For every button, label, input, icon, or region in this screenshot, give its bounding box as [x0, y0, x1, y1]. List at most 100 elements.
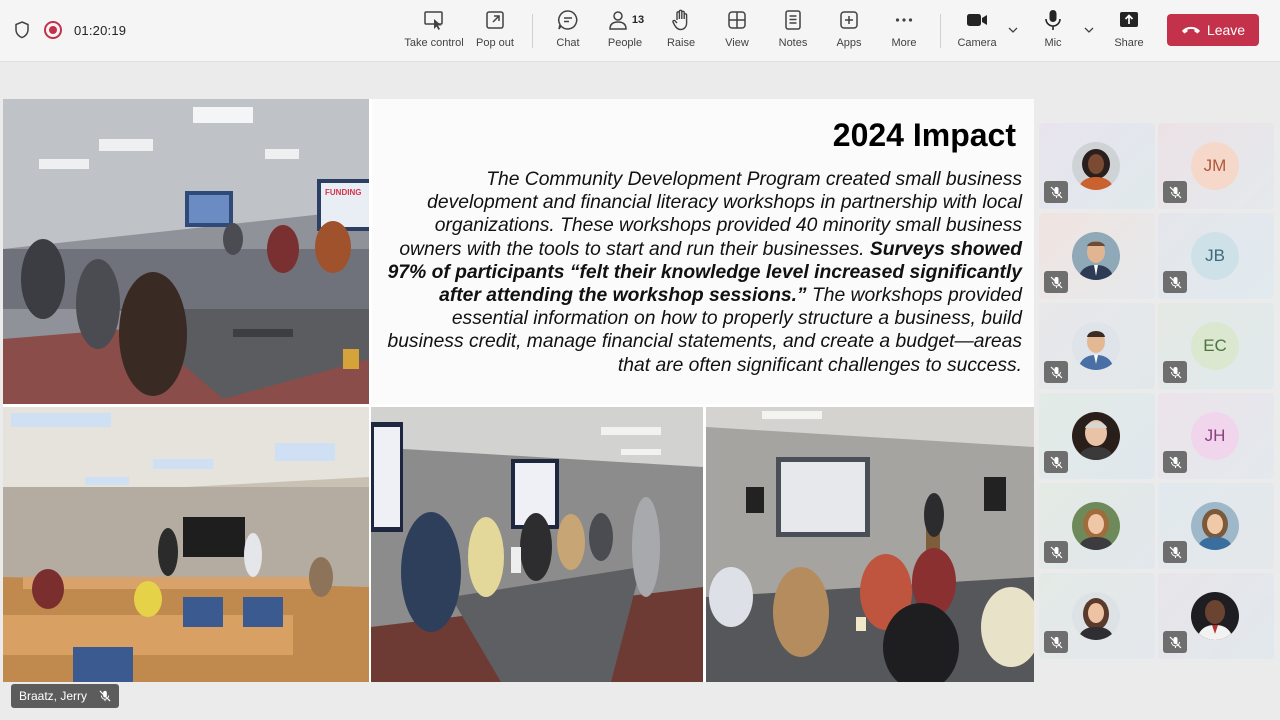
mic-off-icon [1044, 541, 1068, 563]
meeting-toolbar: 01:20:19 Take control Pop out Chat 13 Pe… [0, 0, 1280, 62]
toolbar-divider [940, 14, 941, 48]
meeting-status: 01:20:19 [12, 20, 126, 40]
meeting-timer: 01:20:19 [74, 22, 127, 38]
more-label: More [891, 37, 917, 49]
grid-view-icon [728, 11, 746, 29]
mic-off-icon [1044, 271, 1068, 293]
mic-off-icon [1163, 361, 1187, 383]
participant-avatar [1072, 142, 1120, 190]
mic-off-icon [1163, 631, 1187, 653]
toolbar-divider [532, 14, 533, 48]
mic-off-icon [1163, 271, 1187, 293]
participant-tile[interactable] [1039, 123, 1155, 209]
presenter-name-tag: Braatz, Jerry [11, 684, 120, 708]
participant-tile[interactable] [1039, 213, 1155, 299]
presenter-name: Braatz, Jerry [19, 689, 88, 703]
slide-title: 2024 Impact [832, 117, 1016, 153]
participant-avatar [1072, 412, 1120, 460]
view-button[interactable]: View [722, 8, 752, 56]
mic-off-icon [99, 690, 111, 702]
mic-options-chevron-icon[interactable] [1083, 24, 1095, 36]
workshop-photo-2-image [3, 407, 369, 682]
participant-tile[interactable]: JH [1158, 393, 1274, 479]
chat-icon [558, 10, 578, 30]
mic-off-icon [1044, 631, 1068, 653]
camera-options-chevron-icon[interactable] [1007, 24, 1019, 36]
participant-initials: JH [1191, 412, 1239, 460]
mic-off-icon [1163, 541, 1187, 563]
participant-tile[interactable] [1158, 573, 1274, 659]
mic-label: Mic [1044, 37, 1062, 49]
participant-tile[interactable] [1158, 483, 1274, 569]
pop-out-button[interactable]: Pop out [475, 8, 515, 56]
participant-avatar [1072, 232, 1120, 280]
workshop-photo-3 [371, 407, 703, 682]
take-control-label: Take control [404, 37, 464, 49]
workshop-photo-2 [3, 407, 369, 682]
share-label: Share [1114, 37, 1144, 49]
more-icon [895, 18, 913, 22]
participant-tile[interactable] [1039, 303, 1155, 389]
recording-icon [44, 21, 62, 39]
mic-button[interactable]: Mic [1040, 8, 1066, 56]
participant-initials: JM [1191, 142, 1239, 190]
participant-avatar [1072, 592, 1120, 640]
mic-off-icon [1163, 181, 1187, 203]
chat-button[interactable]: Chat [553, 8, 583, 56]
participant-initials: JB [1191, 232, 1239, 280]
participant-avatar [1072, 502, 1120, 550]
workshop-photo-3-image [371, 407, 703, 682]
participant-tile[interactable]: JM [1158, 123, 1274, 209]
people-button[interactable]: 13 People [604, 8, 646, 56]
raise-hand-icon [672, 9, 688, 31]
pop-out-label: Pop out [476, 37, 514, 49]
camera-label: Camera [957, 37, 997, 49]
shared-screen-slide: FUNDING 2024 Impact The Community Develo… [3, 99, 1034, 682]
workshop-photo-4-image [706, 407, 1034, 682]
people-icon [609, 11, 627, 30]
take-control-icon [424, 11, 443, 30]
mic-off-icon [1044, 181, 1068, 203]
workshop-photo-4 [706, 407, 1034, 682]
apps-icon [840, 11, 858, 29]
mic-off-icon [1163, 451, 1187, 473]
mic-icon [1045, 10, 1061, 30]
leave-button[interactable]: Leave [1167, 14, 1259, 46]
mic-off-icon [1044, 451, 1068, 473]
leave-label: Leave [1206, 22, 1246, 38]
apps-label: Apps [836, 37, 862, 49]
people-count: 13 [631, 14, 645, 26]
raise-hand-button[interactable]: Raise [666, 8, 696, 56]
camera-button[interactable]: Camera [957, 8, 997, 56]
participant-avatar [1191, 502, 1239, 550]
slide-text-panel: 2024 Impact The Community Development Pr… [372, 99, 1034, 404]
apps-button[interactable]: Apps [834, 8, 864, 56]
workshop-photo-1-image: FUNDING [3, 99, 369, 404]
mic-off-icon [1044, 361, 1068, 383]
participant-tile[interactable]: EC [1158, 303, 1274, 389]
notes-button[interactable]: Notes [778, 8, 808, 56]
share-icon [1120, 12, 1138, 27]
participant-tile[interactable] [1039, 483, 1155, 569]
notes-label: Notes [778, 37, 808, 49]
workshop-photo-1: FUNDING [3, 99, 369, 404]
people-label: People [607, 37, 643, 49]
participant-avatar [1072, 322, 1120, 370]
share-button[interactable]: Share [1114, 8, 1144, 56]
more-button[interactable]: More [889, 8, 919, 56]
chat-label: Chat [556, 37, 580, 49]
take-control-button[interactable]: Take control [404, 8, 464, 56]
hang-up-icon [1181, 26, 1200, 34]
participant-tile[interactable] [1039, 573, 1155, 659]
photo-screen-text: FUNDING [325, 188, 361, 197]
raise-label: Raise [666, 37, 696, 49]
camera-icon [967, 14, 987, 26]
view-label: View [725, 37, 749, 49]
slide-body-text: The Community Development Program create… [382, 168, 1022, 377]
participant-tile[interactable] [1039, 393, 1155, 479]
shield-icon[interactable] [12, 20, 32, 40]
pop-out-icon [486, 11, 504, 29]
participant-tile[interactable]: JB [1158, 213, 1274, 299]
participant-initials: EC [1191, 322, 1239, 370]
participant-avatar [1191, 592, 1239, 640]
